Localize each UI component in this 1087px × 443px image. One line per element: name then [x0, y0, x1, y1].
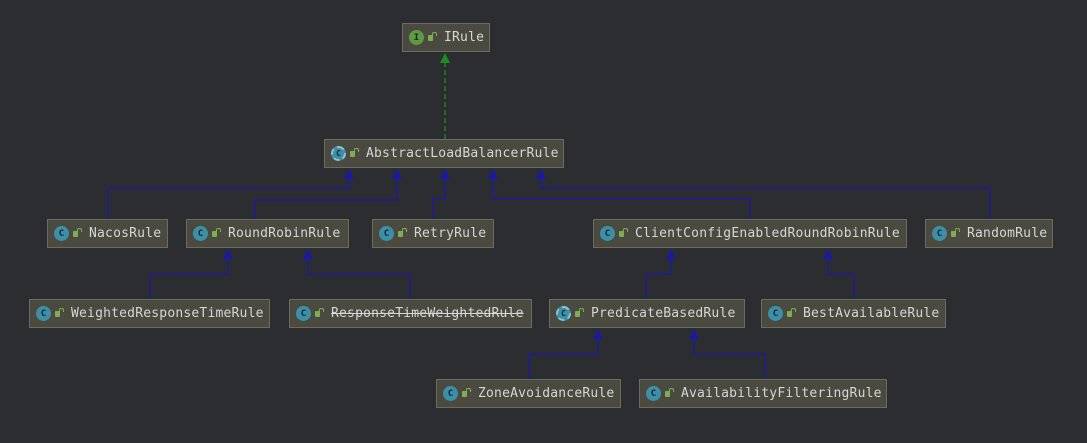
class-icon: C	[443, 386, 458, 401]
edge-line	[693, 337, 766, 379]
public-visibility-icon	[349, 147, 359, 158]
arrowhead-icon	[392, 169, 402, 179]
class-name-label: RetryRule	[414, 226, 487, 241]
class-name-label: ClientConfigEnabledRoundRobinRule	[635, 226, 900, 241]
class-node-response-time-weighted-rule[interactable]: C ResponseTimeWeightedRule	[289, 299, 532, 328]
edge-line	[107, 177, 350, 219]
class-node-zone-avoidance-rule[interactable]: C ZoneAvoidanceRule	[436, 379, 621, 408]
class-node-client-config-enabled-round-robin-rule[interactable]: C ClientConfigEnabledRoundRobinRule	[593, 219, 907, 248]
class-node-retry-rule[interactable]: C RetryRule	[372, 219, 494, 248]
arrowhead-icon	[689, 329, 699, 339]
class-name-label: AvailabilityFilteringRule	[681, 386, 882, 401]
class-node-round-robin-rule[interactable]: C RoundRobinRule	[186, 219, 349, 248]
public-visibility-icon	[574, 307, 584, 318]
class-icon: C	[193, 226, 208, 241]
arrowhead-icon	[593, 329, 603, 339]
arrowhead-icon	[303, 249, 313, 259]
class-icon: C	[932, 226, 947, 241]
class-node-availability-filtering-rule[interactable]: C AvailabilityFilteringRule	[639, 379, 887, 408]
public-visibility-icon	[397, 227, 407, 238]
edge-line	[492, 177, 751, 219]
class-name-label: ResponseTimeWeightedRule	[331, 306, 524, 321]
public-visibility-icon	[427, 31, 437, 42]
arrowhead-icon	[666, 249, 676, 259]
class-name-label: RandomRule	[967, 226, 1048, 241]
class-name-label: AbstractLoadBalancerRule	[366, 146, 559, 161]
class-node-random-rule[interactable]: C RandomRule	[925, 219, 1053, 248]
edge-line	[540, 177, 991, 219]
extends-edge-response-time-weighted-rule-to-round-robin-rule	[303, 249, 411, 299]
extends-edge-client-config-enabled-round-robin-rule-to-abstract-load-balancer-rule	[488, 169, 751, 219]
edge-line	[645, 257, 672, 299]
public-visibility-icon	[664, 387, 674, 398]
class-name-label: NacosRule	[89, 226, 162, 241]
class-icon: C	[646, 386, 661, 401]
class-node-best-available-rule[interactable]: C BestAvailableRule	[761, 299, 946, 328]
class-name-label: ZoneAvoidanceRule	[478, 386, 615, 401]
implements-edge-abstract-load-balancer-rule-to-irule	[440, 53, 450, 139]
extends-edge-random-rule-to-abstract-load-balancer-rule	[536, 169, 991, 219]
edge-line	[827, 257, 855, 299]
class-icon: C	[54, 226, 69, 241]
class-icon: C	[600, 226, 615, 241]
arrowhead-icon	[536, 169, 546, 179]
extends-edge-nacos-rule-to-abstract-load-balancer-rule	[107, 169, 354, 219]
edge-line	[528, 337, 599, 379]
public-visibility-icon	[211, 227, 221, 238]
class-node-weighted-response-time-rule[interactable]: C WeightedResponseTimeRule	[29, 299, 270, 328]
public-visibility-icon	[618, 227, 628, 238]
class-icon: C	[296, 306, 311, 321]
edge-line	[307, 257, 411, 299]
abstract-class-icon: C	[331, 146, 346, 161]
arrowhead-icon	[344, 169, 354, 179]
extends-edge-retry-rule-to-abstract-load-balancer-rule	[432, 169, 450, 219]
interface-icon: I	[409, 30, 424, 45]
class-node-abstract-load-balancer-rule[interactable]: C AbstractLoadBalancerRule	[324, 139, 564, 168]
class-icon: C	[379, 226, 394, 241]
edge-line	[149, 257, 229, 299]
public-visibility-icon	[461, 387, 471, 398]
class-icon: C	[36, 306, 51, 321]
edge-line	[432, 177, 446, 219]
class-icon: C	[768, 306, 783, 321]
public-visibility-icon	[72, 227, 82, 238]
extends-edge-predicate-based-rule-to-client-config-enabled-round-robin-rule	[645, 249, 676, 299]
uml-class-diagram: I IRule C AbstractLoadBalancerRule C NacosRul…	[0, 0, 1087, 443]
extends-edge-availability-filtering-rule-to-predicate-based-rule	[689, 329, 766, 379]
extends-edge-round-robin-rule-to-abstract-load-balancer-rule	[254, 169, 402, 219]
arrowhead-icon	[223, 249, 233, 259]
extends-edge-zone-avoidance-rule-to-predicate-based-rule	[528, 329, 603, 379]
extends-edge-best-available-rule-to-client-config-enabled-round-robin-rule	[823, 249, 855, 299]
public-visibility-icon	[786, 307, 796, 318]
arrowhead-icon	[488, 169, 498, 179]
public-visibility-icon	[54, 307, 64, 318]
public-visibility-icon	[950, 227, 960, 238]
arrowhead-icon	[823, 249, 833, 259]
class-node-nacos-rule[interactable]: C NacosRule	[47, 219, 168, 248]
class-node-irule[interactable]: I IRule	[402, 23, 490, 52]
class-name-label: PredicateBasedRule	[591, 306, 736, 321]
extends-edge-weighted-response-time-rule-to-round-robin-rule	[149, 249, 233, 299]
class-name-label: BestAvailableRule	[803, 306, 940, 321]
arrowhead-icon	[440, 53, 450, 63]
abstract-class-icon: C	[556, 306, 571, 321]
arrowhead-icon	[440, 169, 450, 179]
class-name-label: RoundRobinRule	[228, 226, 341, 241]
class-node-predicate-based-rule[interactable]: C PredicateBasedRule	[549, 299, 745, 328]
edge-line	[254, 177, 398, 219]
public-visibility-icon	[314, 307, 324, 318]
class-name-label: IRule	[444, 30, 485, 45]
class-name-label: WeightedResponseTimeRule	[71, 306, 264, 321]
